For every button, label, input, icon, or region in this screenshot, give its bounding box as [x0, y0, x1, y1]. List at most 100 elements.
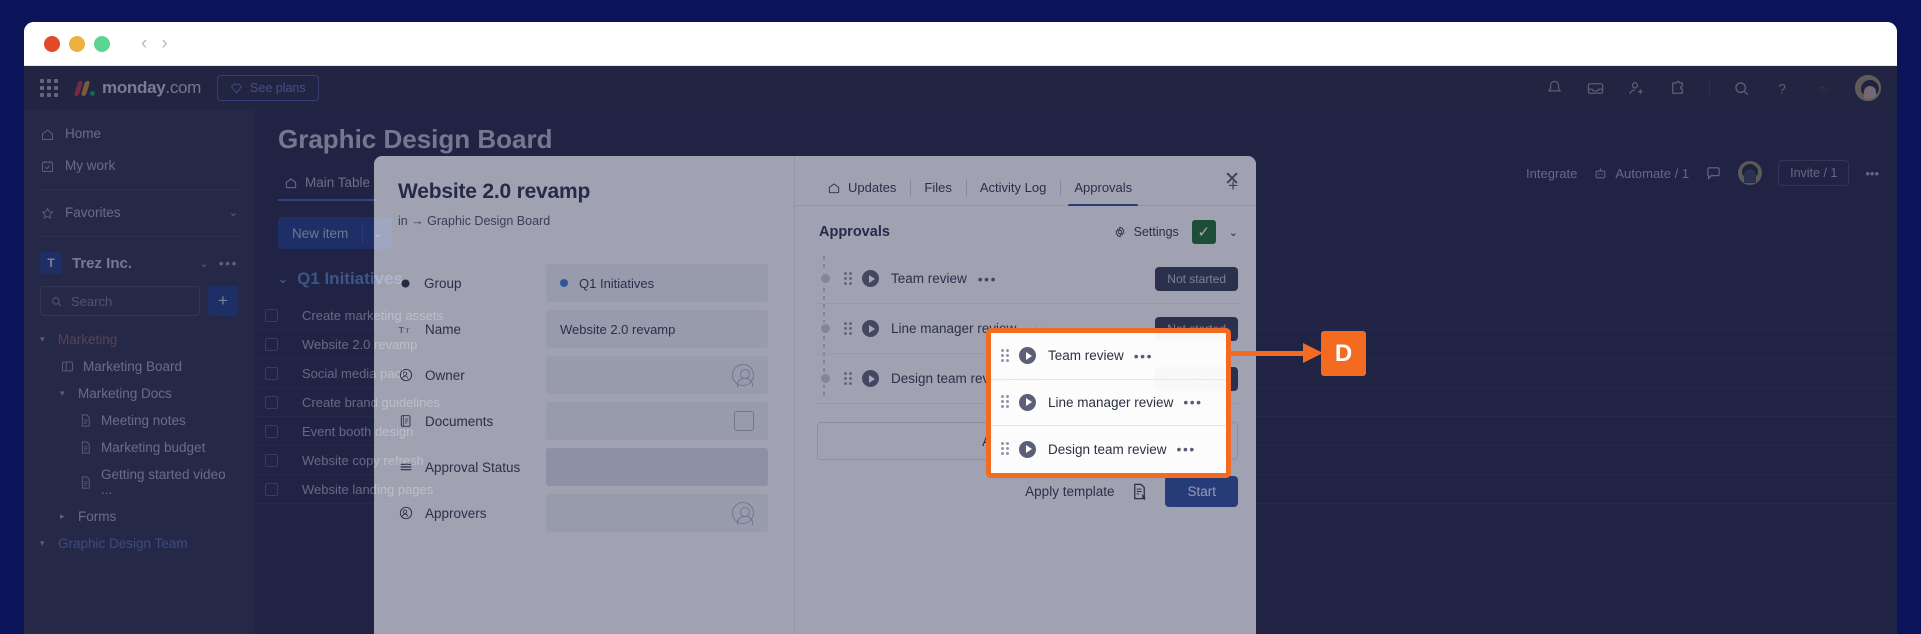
- chevron-down-icon[interactable]: ⌄: [200, 257, 209, 270]
- annotation-approval-row[interactable]: Line manager review•••: [991, 380, 1226, 427]
- chevron-down-icon[interactable]: ▾: [60, 388, 70, 399]
- back-button[interactable]: ‹: [141, 34, 147, 53]
- drag-handle-icon[interactable]: [1001, 442, 1009, 456]
- add-person-icon[interactable]: [732, 364, 754, 386]
- modal-field-value-cell[interactable]: [546, 356, 768, 394]
- workspace-selector[interactable]: T Trez Inc. ⌄ •••: [24, 244, 254, 282]
- chevron-down-icon[interactable]: ⌄: [278, 272, 288, 286]
- modal-field-value-cell[interactable]: [546, 494, 768, 532]
- modal-field-value-cell[interactable]: [546, 402, 768, 440]
- board-member-avatar[interactable]: [1738, 161, 1762, 185]
- drag-handle-icon[interactable]: [844, 272, 852, 286]
- sidebar-divider-2: [36, 236, 242, 237]
- play-icon[interactable]: [862, 270, 879, 287]
- monday-logo[interactable]: monday.com: [76, 78, 201, 98]
- row-checkbox[interactable]: [254, 483, 288, 496]
- window-close-button[interactable]: [44, 36, 60, 52]
- row-checkbox[interactable]: [254, 309, 288, 322]
- row-checkbox[interactable]: [254, 367, 288, 380]
- modal-tab-approvals[interactable]: Approvals: [1060, 180, 1146, 205]
- approval-status-check-icon[interactable]: ✓: [1192, 220, 1216, 244]
- drag-handle-icon[interactable]: [844, 322, 852, 336]
- annotation-row-more-icon[interactable]: •••: [1177, 441, 1196, 457]
- bell-icon[interactable]: [1545, 79, 1564, 98]
- annotation-approval-row[interactable]: Design team review•••: [991, 426, 1226, 473]
- sidebar-tree-item[interactable]: Getting started video ...: [24, 461, 254, 503]
- approval-row-more-icon[interactable]: •••: [978, 271, 997, 287]
- puzzle-icon[interactable]: [1668, 79, 1687, 98]
- add-document-icon[interactable]: [734, 411, 754, 431]
- row-checkbox[interactable]: [254, 454, 288, 467]
- sidebar-tree-item[interactable]: ▾ Marketing Docs: [24, 380, 254, 407]
- play-icon[interactable]: [1019, 347, 1036, 364]
- row-checkbox[interactable]: [254, 338, 288, 351]
- sidebar-add-button[interactable]: +: [208, 286, 238, 316]
- sidebar-tree-item[interactable]: Marketing budget: [24, 434, 254, 461]
- workspace-name: Trez Inc.: [72, 255, 132, 272]
- window-minimize-button[interactable]: [69, 36, 85, 52]
- sidebar-item-favorites[interactable]: Favorites ⌄: [24, 197, 254, 229]
- workspace-more-icon[interactable]: •••: [219, 255, 238, 271]
- my-work-icon: [40, 159, 55, 174]
- modal-tab-updates[interactable]: Updates: [813, 180, 910, 205]
- comment-icon[interactable]: [1705, 165, 1722, 182]
- sidebar-tree-item[interactable]: ▸Forms: [24, 503, 254, 530]
- chevron-down-icon[interactable]: ▾: [40, 538, 50, 549]
- annotation-row-more-icon[interactable]: •••: [1134, 348, 1153, 364]
- chevron-right-icon[interactable]: ▸: [60, 511, 70, 522]
- modal-tab-files[interactable]: Files: [910, 180, 965, 205]
- chevron-down-icon[interactable]: ⌄: [1229, 226, 1238, 239]
- modal-field-value-cell[interactable]: Website 2.0 revamp: [546, 310, 768, 348]
- sidebar-tree-item[interactable]: ▾Marketing: [24, 326, 254, 353]
- close-icon[interactable]: ✕: [1224, 170, 1240, 189]
- sidebar-search-input[interactable]: Search: [40, 286, 200, 316]
- board-more-icon[interactable]: •••: [1865, 166, 1879, 181]
- play-icon[interactable]: [862, 370, 879, 387]
- start-button[interactable]: Start: [1165, 476, 1238, 507]
- invite-member-icon[interactable]: [1627, 79, 1646, 98]
- sidebar-tree-item[interactable]: ▾Graphic Design Team: [24, 530, 254, 557]
- play-icon[interactable]: [862, 320, 879, 337]
- drag-handle-icon[interactable]: [1001, 395, 1009, 409]
- sidebar-item-my-work[interactable]: My work: [24, 150, 254, 182]
- annotation-row-more-icon[interactable]: •••: [1183, 394, 1202, 410]
- doc-icon: [78, 413, 93, 428]
- row-checkbox[interactable]: [254, 425, 288, 438]
- see-plans-button[interactable]: See plans: [217, 75, 319, 101]
- modal-tab-activity-log[interactable]: Activity Log: [966, 180, 1060, 205]
- sidebar-item-home[interactable]: Home: [24, 118, 254, 150]
- forward-button[interactable]: ›: [161, 34, 167, 53]
- brand-suffix: .com: [165, 78, 201, 97]
- modal-field-value-cell[interactable]: [546, 448, 768, 486]
- apply-template-icon[interactable]: [1130, 482, 1149, 501]
- approvals-settings-button[interactable]: Settings: [1113, 225, 1179, 239]
- integrate-button[interactable]: Integrate: [1526, 166, 1577, 181]
- invite-button[interactable]: Invite / 1: [1778, 160, 1849, 186]
- automate-button[interactable]: Automate / 1: [1593, 166, 1689, 181]
- drag-handle-icon[interactable]: [844, 372, 852, 386]
- search-icon[interactable]: [1732, 79, 1751, 98]
- play-icon[interactable]: [1019, 394, 1036, 411]
- spark-icon[interactable]: [1814, 79, 1833, 98]
- chevron-down-icon[interactable]: ▾: [40, 334, 50, 345]
- play-icon[interactable]: [1019, 441, 1036, 458]
- sidebar-tree-item[interactable]: Marketing Board: [24, 353, 254, 380]
- row-checkbox[interactable]: [254, 396, 288, 409]
- drag-handle-icon[interactable]: [1001, 349, 1009, 363]
- modal-field-value-cell[interactable]: Q1 Initiatives: [546, 264, 768, 302]
- chevron-down-icon[interactable]: ⌄: [229, 204, 238, 222]
- apps-grid-icon[interactable]: [40, 79, 58, 97]
- apply-template-label[interactable]: Apply template: [1025, 484, 1114, 499]
- approval-row[interactable]: Team review•••Not started: [817, 254, 1238, 304]
- sidebar-tree-label: Marketing budget: [101, 440, 205, 455]
- sidebar-search-row: Search +: [24, 282, 254, 326]
- user-avatar[interactable]: [1855, 75, 1881, 101]
- sidebar-tree-item[interactable]: Meeting notes: [24, 407, 254, 434]
- sidebar-tree-label: Marketing Docs: [78, 386, 172, 401]
- inbox-icon[interactable]: [1586, 79, 1605, 98]
- help-icon[interactable]: ?: [1773, 79, 1792, 98]
- add-person-icon[interactable]: [732, 502, 754, 524]
- window-maximize-button[interactable]: [94, 36, 110, 52]
- annotation-approval-row[interactable]: Team review•••: [991, 333, 1226, 380]
- board-tab-main-table[interactable]: Main Table: [278, 169, 376, 201]
